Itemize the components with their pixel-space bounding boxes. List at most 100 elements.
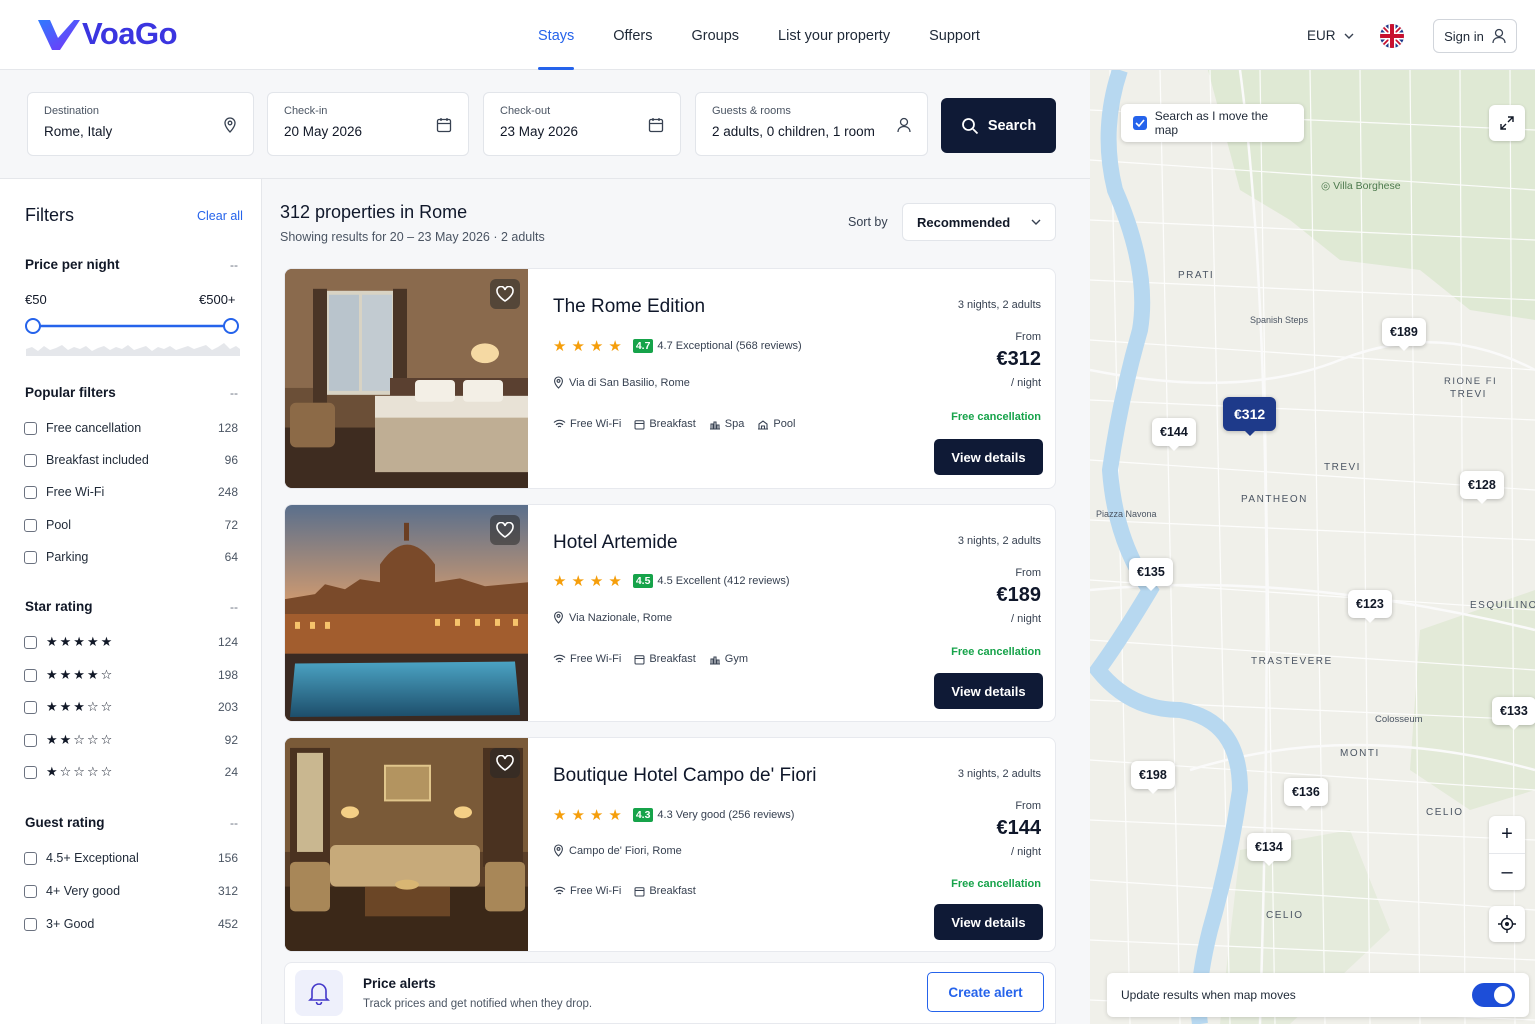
fullscreen-button[interactable] <box>1489 105 1525 141</box>
hotel-card[interactable]: The Rome Edition ★ ★ ★ ★ 4.7 4.7 Exceptional … <box>284 268 1056 489</box>
filter-3-stars[interactable]: ★★★☆☆ 203 <box>24 698 238 716</box>
update-results-toggle[interactable] <box>1472 983 1515 1007</box>
checkbox[interactable] <box>24 485 37 499</box>
view-details-button[interactable]: View details <box>934 439 1043 475</box>
checkbox[interactable] <box>24 550 37 564</box>
sort-dropdown[interactable]: Recommended <box>902 203 1056 241</box>
map-price-pin[interactable]: €189 <box>1382 318 1426 351</box>
checkin-field[interactable]: Check-in 20 May 2026 <box>267 92 469 156</box>
favorite-button[interactable] <box>490 279 520 309</box>
filter-parking[interactable]: Parking 64 <box>24 548 238 566</box>
filter-rating-good[interactable]: 3+ Good 452 <box>24 915 238 933</box>
nav-support[interactable]: Support <box>929 0 980 70</box>
hotel-price: €189 <box>996 584 1042 606</box>
filter-count: 128 <box>217 421 238 435</box>
hotel-address: Via di San Basilio, Rome <box>553 376 690 389</box>
guests-field[interactable]: Guests & rooms 2 adults, 0 children, 1 r… <box>695 92 928 156</box>
nav-offers[interactable]: Offers <box>613 0 652 70</box>
checkbox[interactable] <box>24 518 37 532</box>
filter-pool[interactable]: Pool 72 <box>24 516 238 534</box>
filter-5-stars[interactable]: ★★★★★ 124 <box>24 633 238 651</box>
address-text: Campo de' Fiori, Rome <box>569 844 682 857</box>
collapse-toggle[interactable]: -- <box>230 816 238 830</box>
filter-label: 4.5+ Exceptional <box>46 851 139 865</box>
clear-all-link[interactable]: Clear all <box>197 209 243 223</box>
map-price-pin[interactable]: €144 <box>1152 418 1196 451</box>
filter-breakfast[interactable]: Breakfast included 96 <box>24 451 238 469</box>
filter-wifi[interactable]: Free Wi-Fi 248 <box>24 483 238 501</box>
chevron-down-icon <box>1344 33 1354 39</box>
zoom-out-button[interactable]: – <box>1489 853 1525 890</box>
free-cancellation-badge: Free cancellation <box>951 411 1041 423</box>
map-canvas[interactable] <box>1090 70 1535 1024</box>
locate-me-button[interactable] <box>1489 906 1525 942</box>
checkbox-checked[interactable] <box>1133 116 1147 130</box>
hotel-address: Campo de' Fiori, Rome <box>553 844 682 857</box>
calendar-icon <box>634 419 645 429</box>
price-from: From <box>1015 800 1041 812</box>
sign-in-button[interactable]: Sign in <box>1433 19 1517 53</box>
map-price-pin[interactable]: €198 <box>1131 761 1175 794</box>
favorite-button[interactable] <box>490 748 520 778</box>
filter-2-stars[interactable]: ★★☆☆☆ 92 <box>24 731 238 749</box>
map-panel[interactable]: ◎ Villa Borghese PRATI Spanish Steps RIO… <box>1090 70 1535 1024</box>
filter-free-cancellation[interactable]: Free cancellation 128 <box>24 419 238 437</box>
calendar-icon <box>436 118 452 133</box>
filter-count: 64 <box>224 550 238 564</box>
checkbox[interactable] <box>24 884 37 898</box>
checkbox[interactable] <box>24 700 37 714</box>
stay-summary: 3 nights, 2 adults <box>957 768 1041 780</box>
hotel-card[interactable]: Boutique Hotel Campo de' Fiori ★ ★ ★ ★ 4.3 4.… <box>284 737 1056 952</box>
map-price-pin[interactable]: €136 <box>1284 778 1328 811</box>
checkbox[interactable] <box>24 668 37 682</box>
create-alert-button[interactable]: Create alert <box>927 972 1044 1012</box>
collapse-toggle[interactable]: -- <box>230 600 238 614</box>
checkbox[interactable] <box>24 917 37 931</box>
zoom-in-button[interactable]: + <box>1501 816 1513 853</box>
price-range-slider[interactable] <box>24 316 242 360</box>
checkbox[interactable] <box>24 765 37 779</box>
language-flag-icon[interactable] <box>1380 24 1404 48</box>
nav-stays[interactable]: Stays <box>538 0 575 70</box>
hotel-name[interactable]: Hotel Artemide <box>553 532 678 554</box>
hotel-name[interactable]: Boutique Hotel Campo de' Fiori <box>553 765 816 787</box>
collapse-toggle[interactable]: -- <box>230 258 238 272</box>
checkbox[interactable] <box>24 421 37 435</box>
search-button[interactable]: Search <box>941 98 1056 153</box>
map-price-pin[interactable]: €128 <box>1460 471 1504 504</box>
filter-4-stars[interactable]: ★★★★☆ 198 <box>24 666 238 684</box>
map-label-celio-2: CELIO <box>1266 910 1304 921</box>
search-as-move-checkbox[interactable]: Search as I move the map <box>1121 104 1304 142</box>
checkbox[interactable] <box>24 453 37 467</box>
user-icon <box>897 117 911 133</box>
collapse-toggle[interactable]: -- <box>230 386 238 400</box>
currency-selector[interactable]: EUR <box>1307 28 1354 43</box>
stay-summary: 3 nights, 2 adults <box>957 299 1041 311</box>
hotel-card[interactable]: Hotel Artemide ★ ★ ★ ★ 4.5 4.5 Excellent (412… <box>284 504 1056 722</box>
nav-groups[interactable]: Groups <box>691 0 739 70</box>
score-badge: 4.7 <box>632 339 654 353</box>
map-price-pin-selected[interactable]: €312 <box>1223 397 1277 436</box>
view-details-button[interactable]: View details <box>934 904 1043 940</box>
hotel-name[interactable]: The Rome Edition <box>553 296 705 318</box>
view-details-button[interactable]: View details <box>934 673 1043 709</box>
star-icons: ★★☆☆☆ <box>46 732 115 747</box>
destination-field[interactable]: Destination Rome, Italy <box>27 92 254 156</box>
filter-rating-very-good[interactable]: 4+ Very good 312 <box>24 882 238 900</box>
checkbox[interactable] <box>24 851 37 865</box>
checkbox[interactable] <box>24 635 37 649</box>
checkbox[interactable] <box>24 733 37 747</box>
nav-list-property[interactable]: List your property <box>778 0 890 70</box>
map-price-pin[interactable]: €123 <box>1348 590 1392 623</box>
wifi-icon <box>553 419 566 428</box>
brand-logo[interactable]: VoaGo <box>36 16 178 52</box>
sort-label: Sort by <box>848 215 888 229</box>
filter-rating-exceptional[interactable]: 4.5+ Exceptional 156 <box>24 849 238 867</box>
map-price-pin[interactable]: €134 <box>1247 833 1291 866</box>
favorite-button[interactable] <box>490 515 520 545</box>
map-price-pin[interactable]: €135 <box>1129 558 1173 591</box>
star-section-title: Star rating <box>25 599 93 614</box>
map-price-pin[interactable]: €133 <box>1492 697 1535 730</box>
filter-1-star[interactable]: ★☆☆☆☆ 24 <box>24 763 238 781</box>
checkout-field[interactable]: Check-out 23 May 2026 <box>483 92 681 156</box>
